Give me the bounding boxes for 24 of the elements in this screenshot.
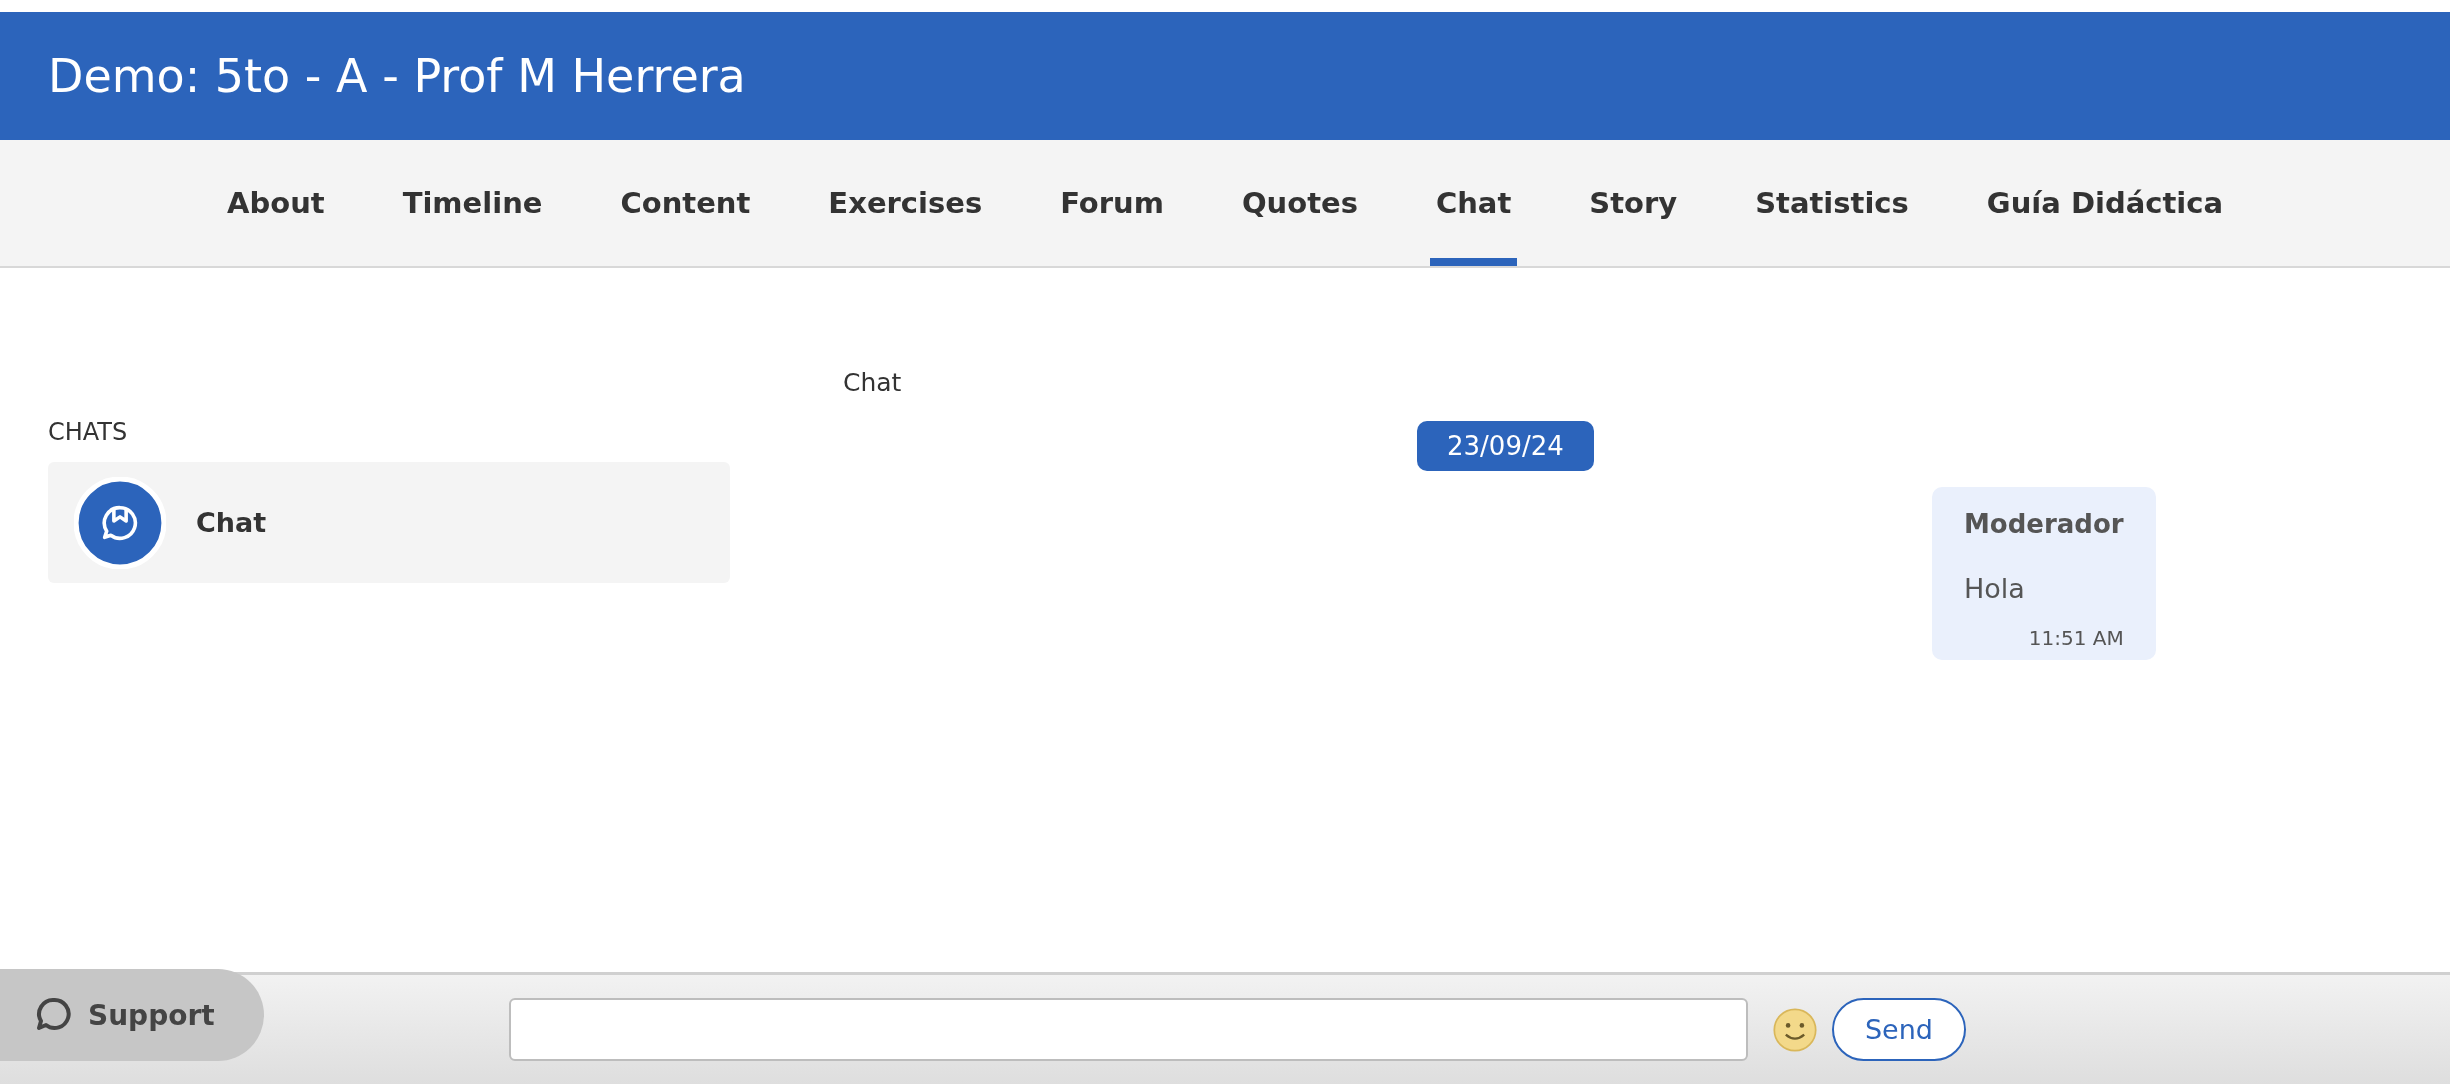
nav-tab[interactable]: Statistics [1749,140,1915,266]
nav-tab[interactable]: Content [614,140,757,266]
chat-name: Chat [196,507,267,538]
smiley-icon[interactable] [1772,1006,1818,1053]
nav-tab[interactable]: Forum [1054,140,1170,266]
support-button[interactable]: Support [0,969,264,1061]
message-time: 11:51 AM [2027,626,2124,650]
nav-tab[interactable]: About [221,140,331,266]
message-input[interactable] [509,998,1748,1061]
message-text: Hola [1964,573,2026,604]
message-sender: Moderador [1964,509,2124,539]
course-title: Demo: 5to - A - Prof M Herrera [48,49,746,103]
nav-tab[interactable]: Exercises [822,140,989,266]
nav-tab[interactable]: Story [1583,140,1684,266]
nav-tab[interactable]: Chat [1429,140,1518,266]
conversation-title: Chat [843,368,903,397]
date-badge: 23/09/24 [1417,421,1594,471]
nav-tab[interactable]: Quotes [1235,140,1364,266]
chats-heading: CHATS [48,418,129,446]
chat-bubble-icon [74,476,166,569]
nav-tab[interactable]: Guía Didáctica [1980,140,2229,266]
send-button[interactable]: Send [1832,998,1966,1061]
chat-list-item[interactable]: Chat [48,462,730,583]
nav-tab[interactable]: Timeline [396,140,549,266]
